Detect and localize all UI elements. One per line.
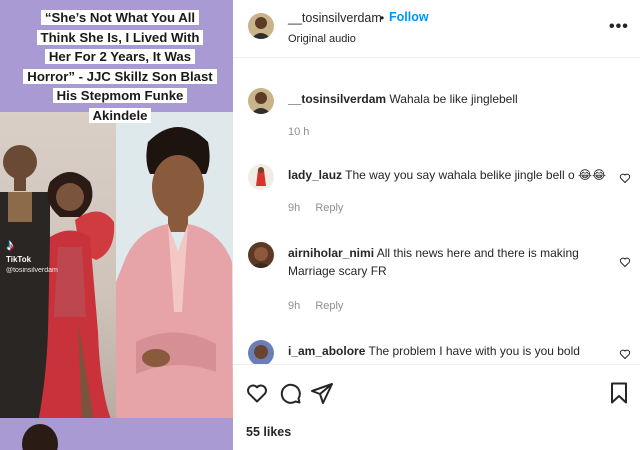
reply-button[interactable]: Reply	[315, 300, 343, 312]
comment-meta: 9h Reply	[288, 300, 343, 312]
comment-text: airniholar_nimi All this news here and t…	[288, 244, 618, 280]
separator-dot: •	[380, 11, 385, 25]
comment-username[interactable]: lady_lauz	[288, 168, 342, 182]
comment-text: i_am_abolore The problem I have with you…	[288, 342, 618, 364]
tiktok-icon: ♪	[6, 237, 14, 254]
headline-line-2: Think She Is, I Lived With	[36, 29, 204, 45]
son-photo	[116, 112, 233, 418]
comment-body: The way you say wahala belike jingle bel…	[345, 168, 606, 182]
reply-button[interactable]: Reply	[315, 202, 343, 214]
headline-line-3: Her For 2 Years, It Was	[44, 49, 196, 64]
like-comment-heart-icon[interactable]	[619, 256, 631, 268]
headline-caption: “She’s Not What You All Think She Is, I …	[22, 8, 218, 132]
comment-body: Wahala be like jinglebell	[389, 92, 518, 106]
comment-username[interactable]: airniholar_nimi	[288, 246, 374, 260]
audio-label[interactable]: Original audio	[288, 33, 356, 45]
share-icon[interactable]	[310, 381, 334, 405]
commenter-avatar[interactable]	[248, 164, 274, 190]
follow-button[interactable]: Follow	[389, 10, 429, 24]
comment-meta: 10 h	[288, 126, 309, 138]
comment-username[interactable]: __tosinsilverdam	[288, 92, 386, 106]
boy-figure	[116, 112, 233, 418]
comment-time: 9h	[288, 202, 301, 214]
comment-time: 9h	[288, 300, 301, 312]
headline-line-4: Horror” - JJC Skillz Son Blast	[23, 68, 217, 84]
headline-line-6: Akindele	[88, 107, 152, 123]
likes-count[interactable]: 55 likes	[246, 425, 291, 439]
like-comment-heart-icon[interactable]	[619, 348, 631, 360]
comment-meta: 9h Reply	[288, 202, 343, 214]
post-media[interactable]: “She’s Not What You All Think She Is, I …	[0, 0, 233, 450]
comment-icon[interactable]	[278, 381, 302, 405]
author-username[interactable]: __tosinsilverdam	[288, 11, 382, 25]
comment-text: lady_lauz The way you say wahala belike …	[288, 166, 618, 184]
tiktok-watermark: ♪ TikTok @tosinsilverdam	[6, 238, 96, 278]
post-header: __tosinsilverdam • Follow Original audio…	[233, 0, 640, 58]
tiktok-label: TikTok	[6, 255, 32, 264]
comment-username[interactable]: i_am_abolore	[288, 344, 365, 358]
post-side-panel: __tosinsilverdam • Follow Original audio…	[233, 0, 640, 450]
more-options-icon[interactable]: •••	[609, 18, 629, 36]
headline-text: “She’s Not What You All Think She Is, I …	[22, 8, 218, 125]
like-comment-heart-icon[interactable]	[619, 172, 631, 184]
comments-list[interactable]: __tosinsilverdam Wahala be like jinglebe…	[233, 58, 640, 364]
woman-figure	[38, 172, 115, 418]
bookmark-icon[interactable]	[607, 381, 631, 405]
tiktok-handle: @tosinsilverdam	[6, 267, 58, 274]
next-photo-head	[22, 424, 58, 450]
headline-line-5: His Stepmom Funke	[52, 88, 188, 103]
action-bar: 55 likes	[233, 365, 640, 450]
commenter-avatar[interactable]	[248, 88, 274, 114]
comment-time: 10 h	[288, 126, 310, 138]
headline-line-1: “She’s Not What You All	[40, 10, 200, 25]
commenter-avatar[interactable]	[248, 242, 274, 268]
heart-icon[interactable]	[245, 381, 269, 405]
author-avatar[interactable]	[248, 13, 274, 39]
comment-text: __tosinsilverdam Wahala be like jinglebe…	[288, 90, 618, 108]
commenter-avatar[interactable]	[248, 340, 274, 364]
